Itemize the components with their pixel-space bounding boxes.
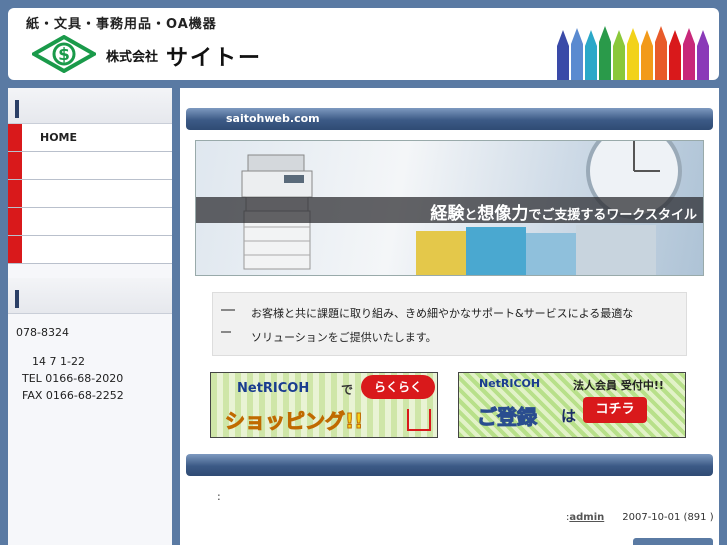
nav-marker	[8, 124, 22, 151]
message-line-2: ソリューションをご提供いたします。	[251, 331, 437, 344]
banner-caption-strip: 経験と想像力でご支援するワークスタイル	[196, 197, 703, 224]
sidebar-section-header	[8, 88, 172, 124]
message-line-1: お客様と共に課題に取り組み、きめ細やかなサポート&サービスによる最適な	[251, 307, 634, 320]
member-recruiting-text: 法人会員 受付中!!	[573, 379, 664, 392]
banner-caption: 経験と想像力でご支援するワークスタイル	[430, 199, 697, 224]
nav-item-4[interactable]	[8, 208, 172, 236]
post-body: :	[217, 490, 221, 503]
company-name: サイトー	[166, 46, 263, 71]
banner-emph-2: 想像力	[477, 204, 529, 224]
nav-marker	[8, 180, 22, 207]
nav-marker	[8, 236, 22, 263]
banner-and: と	[464, 208, 478, 223]
banner-emph-1: 経験	[430, 204, 465, 224]
nav-item-home[interactable]: HOME	[8, 124, 172, 152]
nav-marker	[8, 152, 22, 179]
company-message: お客様と共に課題に取り組み、きめ細やかなサポート&サービスによる最適な ソリュー…	[212, 292, 687, 356]
nav-label: HOME	[40, 131, 78, 144]
post-title-bar	[186, 454, 713, 476]
shopping-cart-icon	[407, 409, 431, 431]
title-bar: saitohweb.com	[186, 108, 713, 130]
svg-text:$: $	[58, 45, 70, 65]
post-date: 2007-10-01 (891	[622, 512, 707, 523]
ad-text: で	[341, 383, 354, 397]
section-marker	[15, 290, 19, 308]
main-content: saitohweb.com 経験と想像力でご支援するワークスタイル お客様と共に…	[180, 88, 719, 545]
register-text: ご登録	[477, 405, 538, 430]
address: 14 7 1-22	[32, 355, 85, 368]
netricoh-shopping-banner[interactable]: NetRICOH で らくらく ショッピング!!	[210, 372, 438, 438]
footer-tab	[633, 538, 713, 545]
post-meta: :admin 2007-10-01 (891 )	[566, 512, 714, 523]
binders-image	[416, 225, 656, 275]
netricoh-brand: NetRICOH	[237, 381, 310, 396]
rakuraku-pill: らくらく	[361, 375, 435, 399]
site-header: 紙・文具・事務用品・OA機器 $ 株式会社 サイトー	[8, 8, 719, 80]
shopping-text: ショッピング!!	[224, 409, 364, 434]
decorative-line	[221, 309, 235, 311]
nav-item-2[interactable]	[8, 152, 172, 180]
netricoh-register-banner[interactable]: NetRICOH 法人会員 受付中!! ご登録 は コチラ	[458, 372, 686, 438]
banner-rest: でご支援するワークスタイル	[528, 208, 697, 223]
colored-pencils-image	[557, 26, 709, 80]
contact-info: 078-8324 14 7 1-22 TEL 0166-68-2020 FAX …	[8, 314, 172, 404]
nav-item-3[interactable]	[8, 180, 172, 208]
phone-number: TEL 0166-68-2020	[22, 372, 124, 385]
netricoh-brand: NetRICOH	[479, 377, 541, 390]
ad-text: は	[561, 407, 577, 425]
header-tagline: 紙・文具・事務用品・OA機器	[26, 17, 217, 32]
fax-number: FAX 0166-68-2252	[22, 389, 124, 402]
postal-code: 078-8324	[16, 326, 69, 339]
company-prefix: 株式会社	[106, 50, 159, 65]
section-marker	[15, 100, 19, 118]
site-title: saitohweb.com	[226, 112, 320, 125]
decorative-line	[221, 331, 231, 333]
nav-item-5[interactable]	[8, 236, 172, 264]
post-date-suffix: )	[709, 512, 714, 523]
sidebar: HOME 078-8324 14 7 1-22 TEL 0166-68-2020…	[8, 88, 172, 545]
nav-marker	[8, 208, 22, 235]
hero-banner: 経験と想像力でご支援するワークスタイル	[195, 140, 704, 276]
author-link[interactable]: admin	[569, 512, 604, 523]
company-logo-icon: $	[32, 35, 96, 73]
sidebar-section-header	[8, 278, 172, 314]
kochira-button: コチラ	[583, 397, 647, 423]
